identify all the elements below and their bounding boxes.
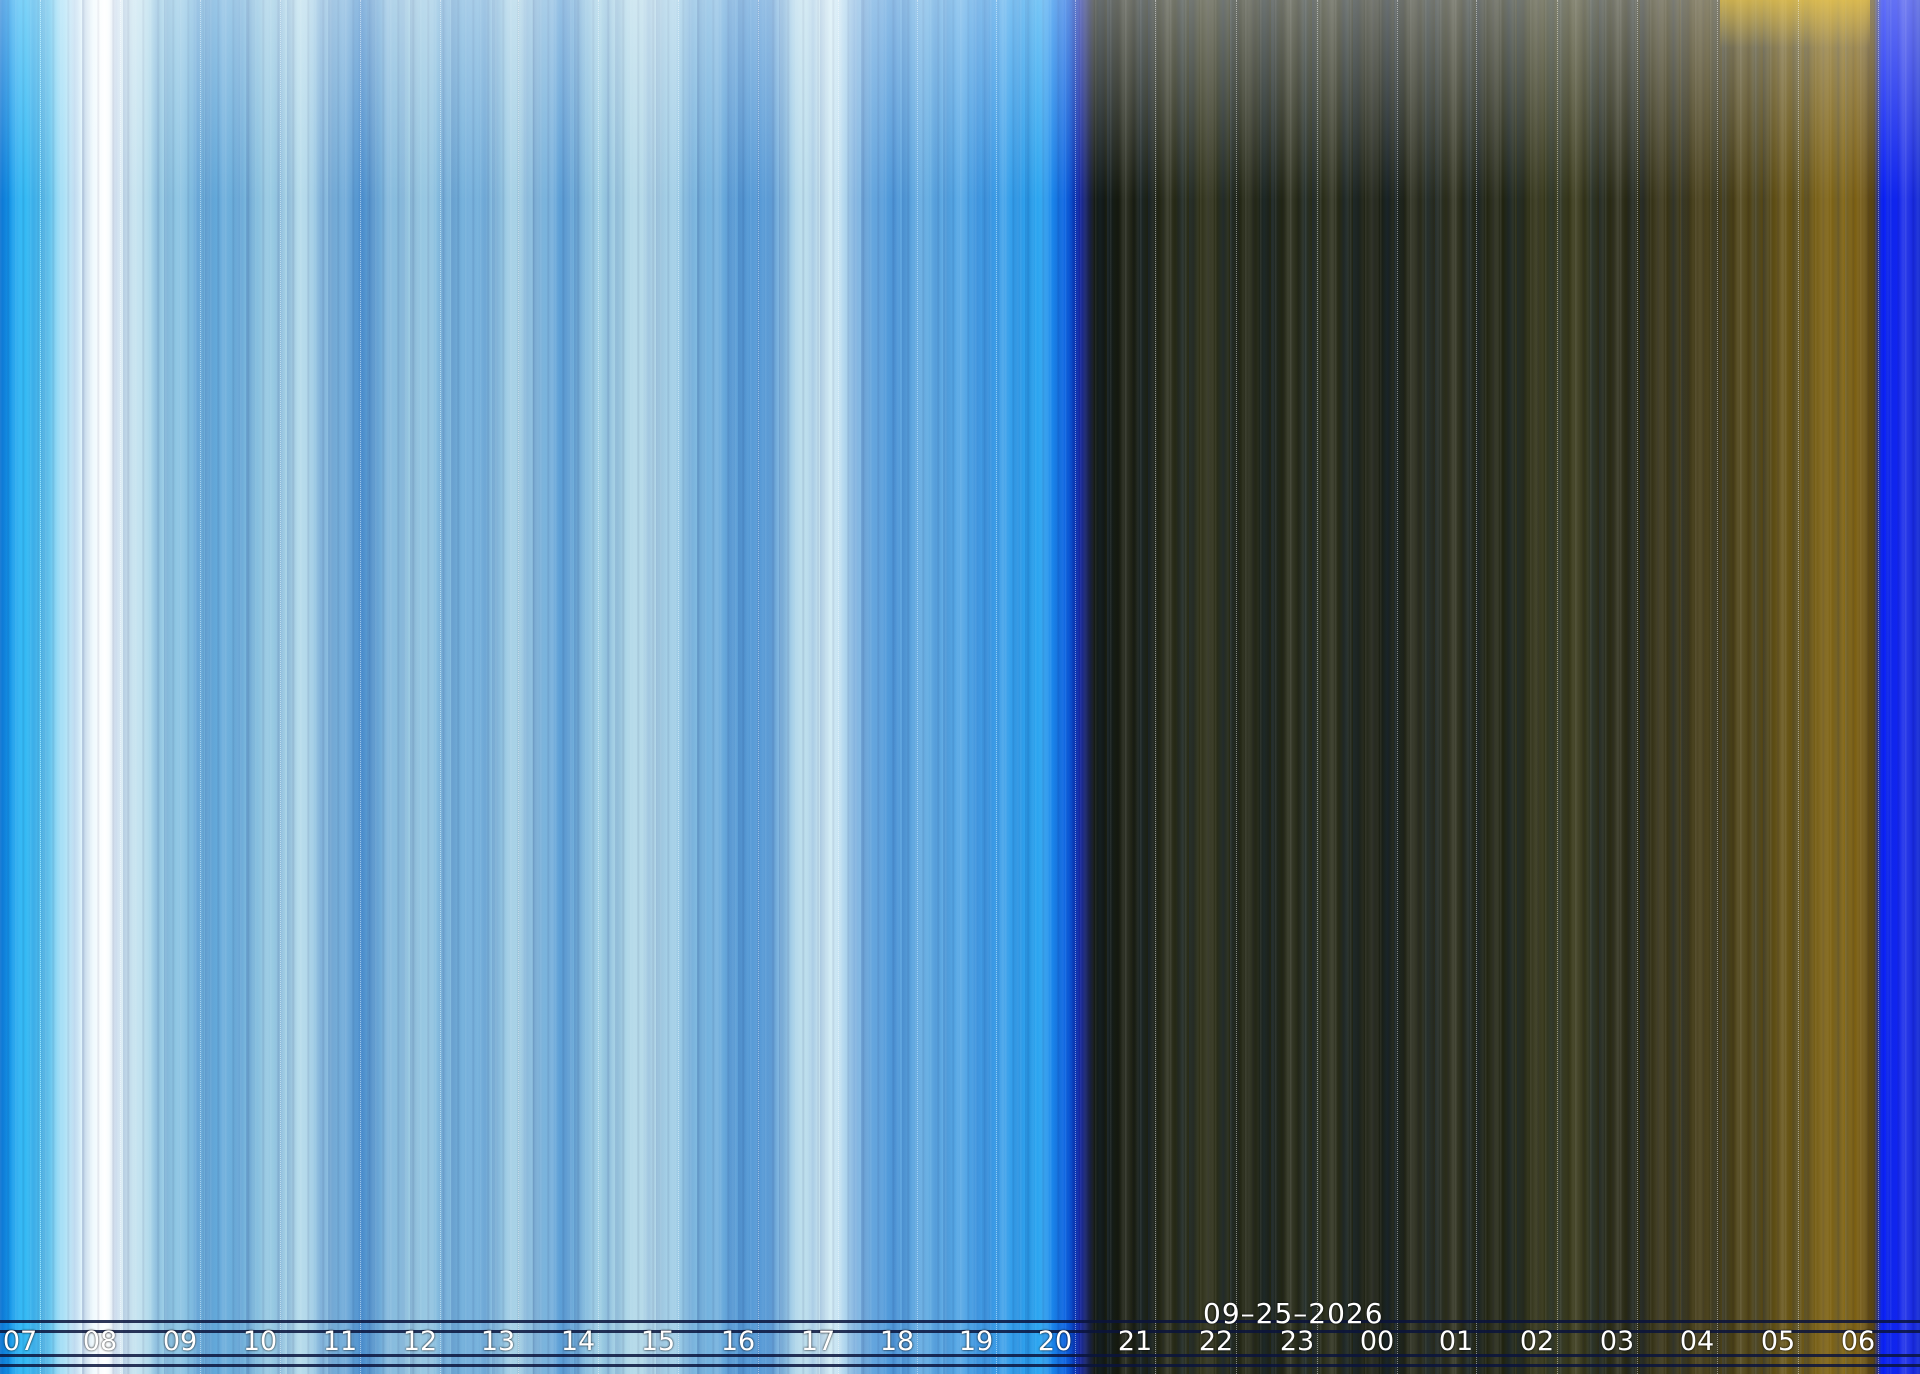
hour-gridline: [1397, 0, 1398, 1374]
hour-gridline: [1317, 0, 1318, 1374]
hour-gridline: [1557, 0, 1558, 1374]
hour-gridline: [917, 0, 918, 1374]
hour-gridline: [758, 0, 759, 1374]
hour-gridline: [1637, 0, 1638, 1374]
hour-gridline: [1155, 0, 1156, 1374]
hour-label: 14: [560, 1326, 596, 1357]
hour-gridline: [518, 0, 519, 1374]
hour-label: 12: [402, 1326, 438, 1357]
hour-gridline: [120, 0, 121, 1374]
hour-gridline: [1878, 0, 1879, 1374]
hour-label: 18: [879, 1326, 915, 1357]
hour-label: 06: [1840, 1326, 1876, 1357]
hour-label: 01: [1438, 1326, 1474, 1357]
hour-label: 22: [1198, 1326, 1234, 1357]
hour-label: 09: [162, 1326, 198, 1357]
hour-label: 15: [640, 1326, 676, 1357]
hour-label: 21: [1117, 1326, 1153, 1357]
hour-label: 10: [242, 1326, 278, 1357]
hour-label: 23: [1279, 1326, 1315, 1357]
hour-gridline: [1476, 0, 1477, 1374]
hour-label: 05: [1760, 1326, 1796, 1357]
timeline-bar: [0, 1320, 1920, 1323]
hour-gridline: [1236, 0, 1237, 1374]
hour-gridline: [678, 0, 679, 1374]
hour-gridline: [1717, 0, 1718, 1374]
hour-gridline: [40, 0, 41, 1374]
hour-label: 08: [82, 1326, 118, 1357]
hour-gridlines: [0, 0, 1920, 1374]
hour-axis: 07 08 09 10 11 12 13 14 15 16 17 18 19 2…: [0, 1326, 1920, 1366]
hour-gridline: [440, 0, 441, 1374]
timeline-image: 09–25–2026 07 08 09 10 11 12 13 14 15 16…: [0, 0, 1920, 1374]
hour-label: 20: [1037, 1326, 1073, 1357]
sky-glow: [0, 0, 1920, 200]
hour-label: 02: [1519, 1326, 1555, 1357]
hour-label: 04: [1679, 1326, 1715, 1357]
hour-label: 16: [720, 1326, 756, 1357]
dawn-band: [1720, 0, 1870, 48]
hour-gridline: [280, 0, 281, 1374]
hour-label: 19: [958, 1326, 994, 1357]
hour-gridline: [1798, 0, 1799, 1374]
hour-label: 07: [2, 1326, 38, 1357]
hour-gridline: [360, 0, 361, 1374]
hour-label: 17: [800, 1326, 836, 1357]
hour-label: 00: [1359, 1326, 1395, 1357]
hour-gridline: [1075, 0, 1076, 1374]
hour-gridline: [200, 0, 201, 1374]
hour-label: 13: [480, 1326, 516, 1357]
hour-gridline: [598, 0, 599, 1374]
hour-label: 03: [1599, 1326, 1635, 1357]
hour-label: 11: [322, 1326, 358, 1357]
hour-gridline: [838, 0, 839, 1374]
hour-gridline: [996, 0, 997, 1374]
